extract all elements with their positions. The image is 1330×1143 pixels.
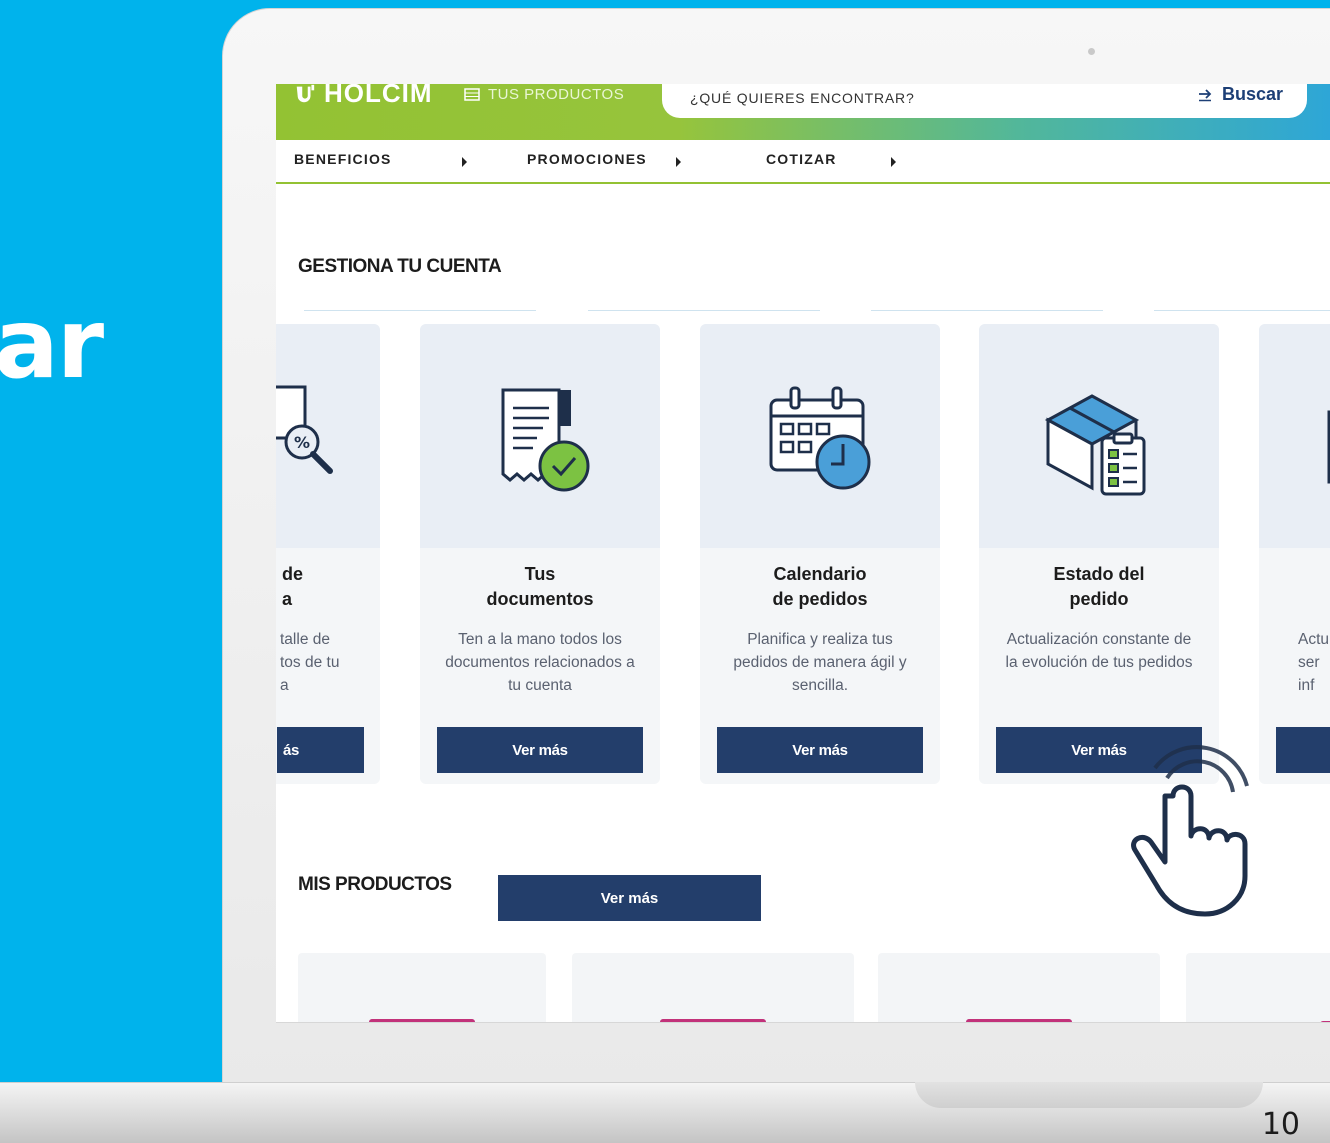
- card-media: [700, 324, 940, 548]
- arrow-right-icon: [1198, 88, 1212, 101]
- product-card[interactable]: [878, 953, 1160, 1022]
- chevron-right-icon: [891, 157, 896, 167]
- product-image: [1320, 1021, 1330, 1022]
- tab-divider: [304, 310, 536, 311]
- card-description: Actu ser inf: [1298, 631, 1330, 694]
- tab-divider: [1154, 310, 1330, 311]
- search-button[interactable]: Buscar: [1198, 84, 1283, 105]
- card-title: Tus documentos: [486, 564, 594, 609]
- product-card[interactable]: [572, 953, 854, 1022]
- account-section-title: GESTIONA TU CUENTA: [298, 256, 502, 277]
- camera-dot: [1088, 48, 1095, 55]
- product-card[interactable]: [298, 953, 546, 1022]
- product-image: [660, 1019, 766, 1022]
- card-title: de a: [282, 564, 304, 609]
- products-link-label: TUS PRODUCTOS: [488, 86, 625, 103]
- card-more-button[interactable]: Ver más: [437, 727, 643, 773]
- chevron-right-icon: [462, 157, 467, 167]
- account-card: % de a talle de tos de tu a ás: [276, 324, 380, 784]
- search-button-label: Buscar: [1221, 84, 1283, 104]
- nav-cotizar[interactable]: COTIZAR: [766, 151, 837, 167]
- product-image: [966, 1019, 1072, 1022]
- receipt-search-icon: %: [276, 385, 333, 474]
- card-media: [420, 324, 660, 548]
- nav-beneficios[interactable]: BENEFICIOS: [294, 151, 392, 167]
- holcim-logo-icon: [296, 84, 315, 102]
- pointing-hand-icon: [1131, 745, 1249, 917]
- account-card: Actu ser inf: [1259, 324, 1330, 784]
- products-link[interactable]: TUS PRODUCTOS: [464, 86, 624, 103]
- document-check-icon: [501, 388, 590, 492]
- card-description: Planifica y realiza tus pedidos de maner…: [733, 631, 907, 694]
- card-media: [979, 324, 1219, 548]
- products-section-title: MIS PRODUCTOS: [298, 874, 452, 895]
- card-title: Calendario de pedidos: [772, 564, 868, 609]
- chevron-right-icon: [676, 157, 681, 167]
- svg-text:%: %: [294, 433, 310, 452]
- product-card[interactable]: [1186, 953, 1330, 1022]
- tab-divider: [588, 310, 820, 311]
- card-description: Ten a la mano todos los documentos relac…: [445, 631, 635, 694]
- laptop-notch: [915, 1082, 1263, 1108]
- tab-divider: [871, 310, 1103, 311]
- card-description: talle de tos de tu a: [280, 631, 340, 694]
- card-description: Actualización constante de la evolución …: [1005, 631, 1193, 671]
- card-more-button[interactable]: Ver más: [717, 727, 923, 773]
- document-icon: [1327, 410, 1330, 484]
- nav-promociones[interactable]: PROMOCIONES: [527, 151, 647, 167]
- site-header: HOLCIM TUS PRODUCTOS Buscar: [276, 84, 1330, 140]
- account-card-order-status: Estado del pedido Actualización constant…: [979, 324, 1219, 784]
- page-number: 10: [1261, 1107, 1300, 1142]
- main-nav: BENEFICIOS PROMOCIONES COTIZAR: [276, 140, 1330, 184]
- card-media: [1259, 324, 1330, 548]
- product-image: [369, 1019, 475, 1022]
- products-grid-icon: [464, 87, 480, 101]
- card-media: %: [276, 324, 380, 548]
- holcim-logo[interactable]: HOLCIM: [294, 84, 433, 109]
- account-card-calendar: Calendario de pedidos Planifica y realiz…: [700, 324, 940, 784]
- slide-heading-fragment: ar: [0, 288, 104, 400]
- box-checklist-icon: [1044, 394, 1146, 496]
- products-more-button[interactable]: Ver más: [498, 875, 761, 921]
- search-input[interactable]: [688, 86, 1112, 110]
- card-title: Estado del pedido: [1053, 564, 1145, 609]
- card-more-button[interactable]: ás: [277, 727, 364, 773]
- search-bar: Buscar: [662, 84, 1307, 118]
- logo-text: HOLCIM: [324, 84, 433, 108]
- calendar-clock-icon: [769, 386, 871, 490]
- account-card-documents: Tus documentos Ten a la mano todos los d…: [420, 324, 660, 784]
